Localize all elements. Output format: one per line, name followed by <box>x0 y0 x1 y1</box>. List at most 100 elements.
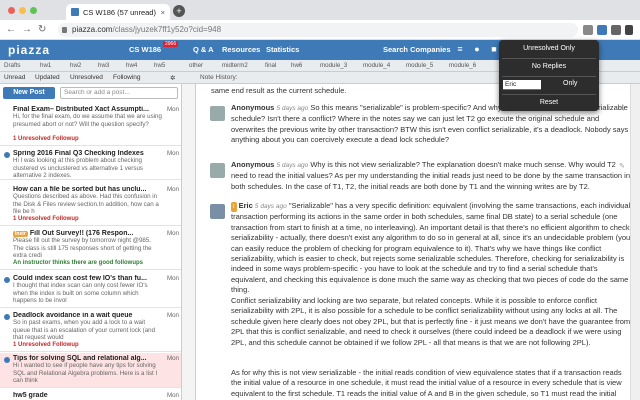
reload-icon[interactable]: ↻ <box>38 24 46 35</box>
search-companies-link[interactable]: Search Companies <box>383 45 451 54</box>
forward-icon[interactable]: → <box>22 24 32 35</box>
folder-module-6[interactable]: module_6 <box>449 62 476 69</box>
name-filter-input[interactable]: Eric <box>503 80 541 90</box>
class-name[interactable]: CS W186 <box>129 45 161 54</box>
url-field[interactable]: piazza.com/class/jyuzek7ff1y52o?cid=948 <box>58 23 578 37</box>
maximize-window-icon[interactable] <box>30 7 37 14</box>
unresolved-only-option[interactable]: Unresolved Only <box>499 45 599 52</box>
minimize-window-icon[interactable] <box>19 7 26 14</box>
extension-icon[interactable] <box>597 25 607 35</box>
post-date: Mon <box>166 150 179 157</box>
piazza-logo[interactable]: piazza <box>8 43 50 57</box>
author-name: Eric <box>238 201 253 210</box>
sidebar-scrollbar[interactable] <box>182 84 196 400</box>
post-list-sidebar: New Post Search or add a post... Final E… <box>0 84 182 400</box>
list-icon[interactable]: ≡ <box>455 44 465 55</box>
folder-hw3[interactable]: hw3 <box>98 62 109 69</box>
filter-updated[interactable]: Updated <box>35 74 60 81</box>
person-icon[interactable]: ● <box>472 44 482 55</box>
tab-resources[interactable]: Resources <box>222 45 260 54</box>
new-tab-icon[interactable]: + <box>173 5 185 17</box>
list-item[interactable]: hw5 grade Mon <box>0 390 181 400</box>
tab-qa[interactable]: Q & A <box>193 45 214 54</box>
post-preview: Hi, for the final exam, do we assume tha… <box>13 113 162 128</box>
unread-dot-icon <box>4 314 10 320</box>
folder-drafts[interactable]: Drafts <box>4 62 21 69</box>
divider <box>502 58 596 59</box>
address-bar-row: ← → ↻ piazza.com/class/jyuzek7ff1y52o?ci… <box>0 20 640 40</box>
followup-answer: I Eric 5 days ago "Serializable" has a v… <box>231 201 630 296</box>
filter-unresolved[interactable]: Unresolved <box>70 74 103 81</box>
post-title: Fill Out Survey!! (176 Respon... <box>29 230 134 237</box>
post-date: Mon <box>166 186 179 193</box>
post-preview: Please fill out the survey by tomorrow n… <box>13 237 152 259</box>
note-history-label: Note History: <box>200 74 238 81</box>
instructor-badge: I <box>231 202 237 213</box>
folder-module-3[interactable]: module_3 <box>320 62 347 69</box>
folder-module-5[interactable]: module_5 <box>406 62 433 69</box>
post-preview: Hi I wanted to see if people have any ti… <box>13 362 158 384</box>
edit-pencil-icon[interactable]: ✎ <box>619 203 626 211</box>
list-item[interactable]: How can a file be sorted but has unclu..… <box>0 184 181 226</box>
search-input[interactable]: Search or add a post... <box>60 87 178 99</box>
post-title-row: Instr Fill Out Survey!! (176 Respon... <box>13 230 153 237</box>
post-date: Mon <box>166 275 179 282</box>
lock-icon <box>62 27 67 33</box>
post-title: Spring 2016 Final Q3 Checking Indexes <box>13 150 144 157</box>
folder-other[interactable]: other <box>189 62 203 69</box>
list-item[interactable]: Tips for solving SQL and relational alg.… <box>0 353 181 388</box>
unread-dot-icon <box>4 152 10 158</box>
unread-dot-icon <box>4 357 10 363</box>
list-item[interactable]: Instr Fill Out Survey!! (176 Respon... Mo… <box>0 228 181 270</box>
followup-status: 1 Unresolved Followup <box>13 216 79 222</box>
close-window-icon[interactable] <box>8 7 15 14</box>
menu-icon[interactable] <box>625 25 633 35</box>
folder-hw6[interactable]: hw6 <box>291 62 302 69</box>
list-item[interactable]: Spring 2016 Final Q3 Checking Indexes Mo… <box>0 148 181 180</box>
followup-status: 1 Unresolved Followup <box>13 342 79 348</box>
chat-icon[interactable]: ■ <box>489 44 499 55</box>
filter-bar: Unread Updated Unresolved Following ✲ <box>0 72 196 84</box>
edit-pencil-icon[interactable]: ✎ <box>619 105 626 113</box>
close-tab-icon[interactable]: × <box>161 8 165 17</box>
answer-paragraph: Conflict serializability and locking are… <box>231 296 630 347</box>
followup-answer: Anonymous 5 days ago Why is this not vie… <box>231 160 630 192</box>
settings-gear-icon[interactable]: ✲ <box>170 74 175 82</box>
list-item[interactable]: Deadlock avoidance in a wait queue Mon S… <box>0 310 181 352</box>
author-name: Anonymous <box>231 160 275 169</box>
only-option[interactable]: Only <box>563 80 577 87</box>
piazza-favicon-icon <box>71 8 79 16</box>
star-icon[interactable] <box>583 25 593 35</box>
folder-hw1[interactable]: hw1 <box>40 62 51 69</box>
no-replies-option[interactable]: No Replies <box>499 63 599 70</box>
post-date: Mon <box>166 106 179 113</box>
post-title: Tips for solving SQL and relational alg.… <box>13 355 147 362</box>
reset-button[interactable]: Reset <box>499 99 599 106</box>
post-title: Final Exam– Distributed Xact Assumpti... <box>13 106 149 113</box>
edit-pencil-icon[interactable]: ✎ <box>619 162 626 170</box>
filter-unread[interactable]: Unread <box>4 74 25 81</box>
folder-hw4[interactable]: hw4 <box>126 62 137 69</box>
content-scrollbar[interactable] <box>630 84 640 400</box>
post-content: same end result as the current schedule.… <box>196 84 630 400</box>
folder-module-4[interactable]: module_4 <box>363 62 390 69</box>
filter-popup: Unresolved Only No Replies Eric Only Res… <box>499 40 599 111</box>
list-item[interactable]: Final Exam– Distributed Xact Assumpti...… <box>0 104 181 146</box>
browser-tab[interactable]: CS W186 (57 unread) × <box>66 4 170 20</box>
post-title: hw5 grade <box>13 392 48 399</box>
post-date: Mon <box>166 230 179 237</box>
post-date: Mon <box>166 355 179 362</box>
new-post-button[interactable]: New Post <box>3 87 55 99</box>
post-preview: I thought that index scan can only cost … <box>13 282 148 304</box>
post-title: How can a file be sorted but has unclu..… <box>13 186 147 193</box>
list-item[interactable]: Could index scan cost few IO's than fu..… <box>0 273 181 308</box>
folder-hw5[interactable]: hw5 <box>154 62 165 69</box>
folder-hw2[interactable]: hw2 <box>70 62 81 69</box>
extension-icon[interactable] <box>611 25 621 35</box>
folder-final[interactable]: final <box>265 62 276 69</box>
followup-status: 1 Unresolved Followup <box>13 136 79 142</box>
folder-midterm2[interactable]: midterm2 <box>222 62 248 69</box>
filter-following[interactable]: Following <box>113 74 140 81</box>
tab-statistics[interactable]: Statistics <box>266 45 299 54</box>
back-icon[interactable]: ← <box>6 24 16 35</box>
